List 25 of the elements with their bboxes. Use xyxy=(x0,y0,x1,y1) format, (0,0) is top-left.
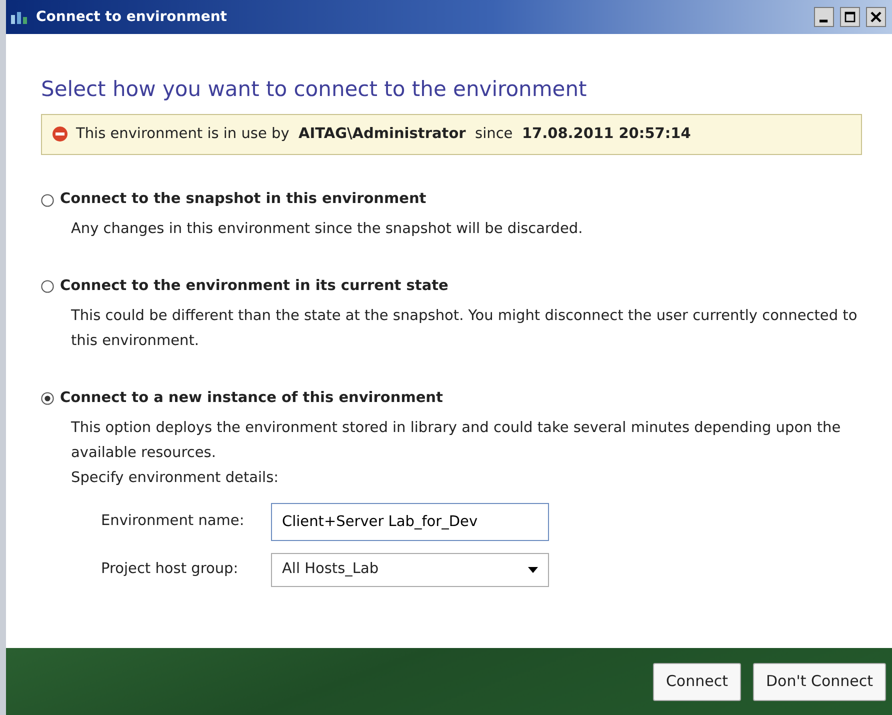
radio-button[interactable] xyxy=(41,194,54,207)
radio-option[interactable]: Connect to the environment in its current state xyxy=(41,276,862,298)
app-icon xyxy=(10,9,30,25)
dialog-button[interactable]: Don't Connect xyxy=(752,662,886,700)
description-text: This option deploys the environment stored in library and could take several minutes depending upon the available resources. xyxy=(71,418,842,462)
caret-icon xyxy=(528,566,538,572)
radio-button[interactable] xyxy=(41,280,54,294)
radio-option[interactable]: Connect to a new instance of this environment xyxy=(41,388,862,410)
radio-button[interactable] xyxy=(41,392,54,406)
error-icon xyxy=(52,126,68,142)
warning-message: This environment is in use by AITAG\Administrator since 17.08.2011 20:57:14 xyxy=(76,124,691,144)
maximize-icon[interactable] xyxy=(840,7,860,27)
radio-option[interactable]: Connect to the snapshot in this environment xyxy=(41,189,862,211)
window-title: Connect to environment xyxy=(36,8,227,26)
field-label: Project host group: xyxy=(101,560,240,579)
dialog-button[interactable]: Connect xyxy=(652,662,741,700)
field-label: Environment name: xyxy=(101,512,246,531)
description-text: Any changes in this environment since the snapshot will be discarded. xyxy=(71,220,584,239)
dropdown[interactable]: All Hosts_Lab xyxy=(271,552,549,586)
close-icon[interactable] xyxy=(866,7,886,27)
description-text: Specify environment details: xyxy=(71,468,280,488)
input-field[interactable]: Client+Server Lab_for_Dev xyxy=(271,502,549,540)
dialog-heading: Select how you want to connect to the environment xyxy=(41,76,588,103)
minimize-icon[interactable] xyxy=(814,7,834,27)
description-text: This could be different than the state at the snapshot. You might disconnect the user currently connected to this environment. xyxy=(71,306,858,351)
